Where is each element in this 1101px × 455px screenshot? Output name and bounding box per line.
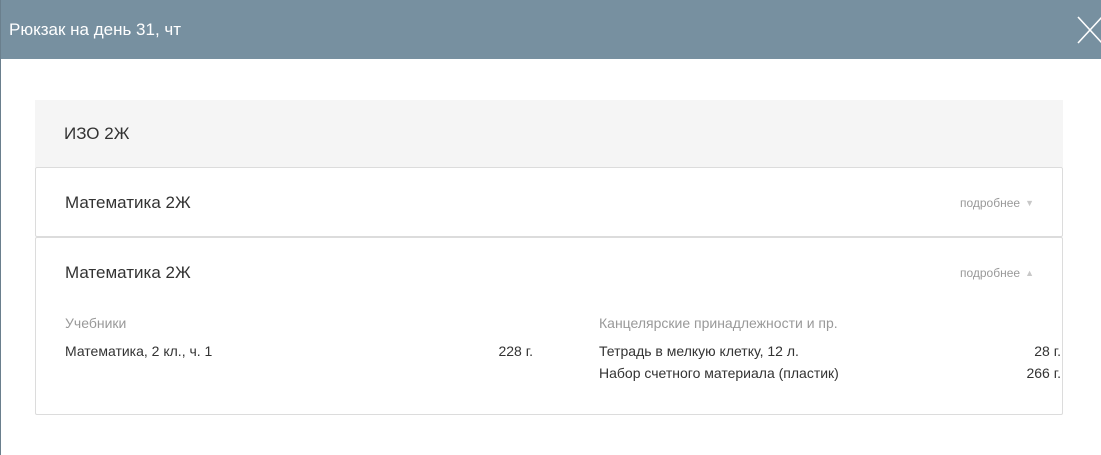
subject-card-collapsed[interactable]: Математика 2Ж подробнее ▼ [35,167,1063,237]
close-icon [1077,16,1101,44]
supplies-column: Канцелярские принадлежности и пр. Тетрад… [599,316,1061,384]
subject-card-expanded[interactable]: Математика 2Ж подробнее ▲ Учебники Матема… [35,237,1063,415]
details-toggle-label: подробнее [959,196,1021,210]
subject-name: ИЗО 2Ж [64,124,130,143]
details-toggle-label: подробнее [959,266,1021,280]
item-weight: 228 г. [498,343,533,359]
item-weight: 266 г. [1026,365,1061,381]
chevron-down-icon: ▼ [1025,198,1034,208]
subject-name: Математика 2Ж [65,263,191,282]
modal-header: Рюкзак на день 31, чт [1,0,1101,59]
textbooks-column: Учебники Математика, 2 кл., ч. 1 228 г. [65,316,533,362]
subject-empty-row: ИЗО 2Ж [35,100,1063,167]
modal-title: Рюкзак на день 31, чт [9,20,182,39]
list-item: Математика, 2 кл., ч. 1 228 г. [65,340,533,362]
item-name: Математика, 2 кл., ч. 1 [65,343,213,359]
item-name: Набор счетного материала (пластик) [599,365,839,381]
details-toggle[interactable]: подробнее ▼ [960,168,1034,238]
close-button[interactable] [1072,13,1101,47]
item-name: Тетрадь в мелкую клетку, 12 л. [599,343,799,359]
textbooks-heading: Учебники [65,315,127,331]
subject-name: Математика 2Ж [65,193,191,212]
item-weight: 28 г. [1034,343,1061,359]
backpack-content: ИЗО 2Ж Математика 2Ж подробнее ▼ Математи… [35,100,1063,415]
chevron-up-icon: ▲ [1025,268,1034,278]
backpack-modal: Рюкзак на день 31, чт ИЗО 2Ж Математика … [0,0,1101,455]
supplies-heading: Канцелярские принадлежности и пр. [599,315,838,331]
details-toggle[interactable]: подробнее ▲ [960,238,1034,308]
list-item: Тетрадь в мелкую клетку, 12 л. 28 г. [599,340,1061,362]
list-item: Набор счетного материала (пластик) 266 г… [599,362,1061,384]
